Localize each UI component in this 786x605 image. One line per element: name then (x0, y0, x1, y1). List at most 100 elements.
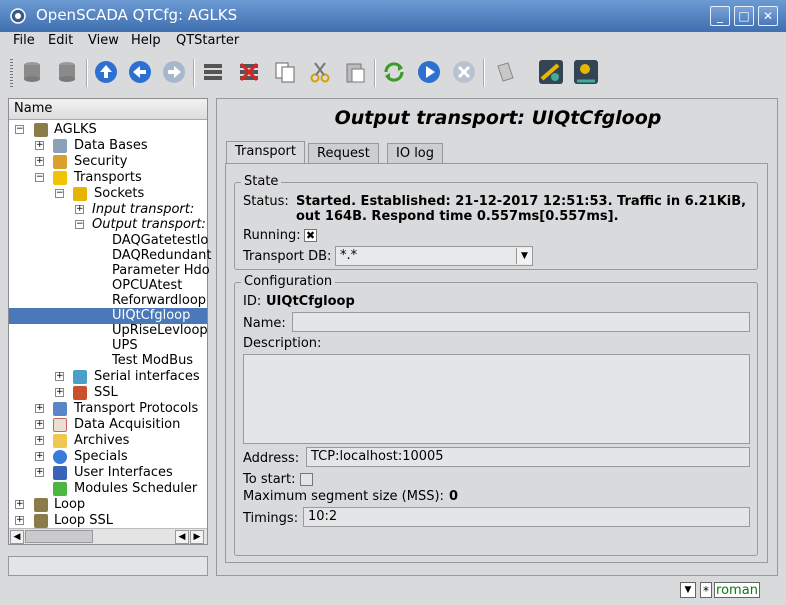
page-icon[interactable] (491, 57, 519, 87)
collapse-icon[interactable]: − (15, 125, 24, 134)
db-save-icon[interactable] (53, 57, 81, 87)
tool2-icon[interactable] (572, 57, 600, 87)
toolbar-separator (86, 59, 88, 87)
transport-db-select[interactable]: *.* (335, 246, 533, 266)
tree-item-opcuatest[interactable]: OPCUAtest (112, 278, 182, 294)
to-start-checkbox[interactable] (300, 473, 313, 486)
tree-item-uiqtcfgloop[interactable]: UIQtCfgloop (9, 308, 207, 324)
up-icon[interactable] (92, 57, 120, 87)
close-button[interactable]: ✕ (758, 6, 778, 26)
toolbar (0, 53, 786, 93)
expand-icon[interactable]: + (35, 436, 44, 445)
scroll-left-icon[interactable]: ◀ (175, 530, 189, 544)
description-textarea[interactable] (243, 354, 750, 444)
scrollbar-thumb[interactable] (25, 530, 93, 543)
expand-icon[interactable]: + (55, 372, 64, 381)
forward-icon[interactable] (160, 57, 188, 87)
tree-item-daqgatetestloop[interactable]: DAQGatetestlo (112, 233, 208, 249)
start-icon[interactable] (415, 57, 443, 87)
menu-qtstarter[interactable]: QTStarter (176, 33, 239, 48)
tree-label: Transport Protocols (74, 401, 199, 416)
tree-item-upriselevloop[interactable]: UpRiseLevloop (112, 323, 208, 339)
delete-item-icon[interactable] (235, 57, 263, 87)
tree-item-daqredundant[interactable]: DAQRedundant (112, 248, 211, 264)
tree-label: Data Acquisition (74, 417, 181, 432)
menu-help[interactable]: Help (131, 33, 161, 48)
tree-header-name[interactable]: Name (9, 99, 207, 120)
running-checkbox[interactable]: ✖ (304, 229, 317, 242)
expand-icon[interactable]: + (35, 452, 44, 461)
to-start-label: To start: (243, 472, 296, 487)
db-load-icon[interactable] (18, 57, 46, 87)
cut-icon[interactable] (306, 57, 334, 87)
scheduler-icon (53, 482, 67, 496)
station-icon (34, 498, 48, 512)
maximize-button[interactable]: □ (734, 6, 754, 26)
tree-label: AGLKS (54, 122, 97, 137)
menu-file[interactable]: File (13, 33, 35, 48)
tree-label: Output transport: (92, 217, 206, 232)
mss-label: Maximum segment size (MSS): (243, 489, 444, 504)
tool1-icon[interactable] (537, 57, 565, 87)
copy-icon[interactable] (271, 57, 299, 87)
configuration-group-title: Configuration (241, 274, 336, 289)
expand-icon[interactable]: + (35, 468, 44, 477)
tree-label: Sockets (94, 186, 145, 201)
tree-item-test-modbus[interactable]: Test ModBus (112, 353, 193, 369)
tree-status-field (8, 556, 208, 576)
navigation-tree[interactable]: Name − AGLKS + Data Bases + Security − T… (8, 98, 211, 545)
name-field[interactable] (292, 312, 750, 332)
chevron-down-icon[interactable]: ▼ (680, 582, 696, 598)
tree-label: Specials (74, 449, 128, 464)
expand-icon[interactable]: + (15, 516, 24, 525)
status-line2: out 164B. Respond time 0.557ms[0.557ms]. (296, 209, 619, 224)
expand-icon[interactable]: + (55, 388, 64, 397)
collapse-icon[interactable]: − (55, 189, 64, 198)
expand-icon[interactable]: + (15, 500, 24, 509)
tree-label: Loop SSL (54, 513, 114, 528)
transport-icon (53, 171, 67, 185)
collapse-icon[interactable]: − (75, 220, 84, 229)
toolbar-grip[interactable] (10, 59, 13, 87)
refresh-icon[interactable] (380, 57, 408, 87)
collapse-icon[interactable]: − (35, 173, 44, 182)
status-label: Status: (243, 194, 289, 209)
tree-horizontal-scrollbar[interactable]: ◀ ◀ ▶ (9, 528, 207, 544)
user-indicator[interactable]: roman (714, 582, 760, 598)
stop-icon[interactable] (450, 57, 478, 87)
address-field[interactable]: TCP:localhost:10005 (306, 447, 750, 467)
tree-label: Archives (74, 433, 130, 448)
description-label: Description: (243, 336, 322, 351)
archives-icon (53, 434, 67, 448)
security-icon (53, 155, 67, 169)
tree-item-parameter-hdo[interactable]: Parameter Hdo (112, 263, 210, 279)
tab-io-log[interactable]: IO log (387, 143, 444, 164)
expand-icon[interactable]: + (35, 141, 44, 150)
menu-edit[interactable]: Edit (48, 33, 73, 48)
modified-indicator: * (700, 582, 712, 598)
scroll-right-icon[interactable]: ▶ (190, 530, 204, 544)
add-item-icon[interactable] (199, 57, 227, 87)
chevron-down-icon[interactable]: ▼ (516, 248, 532, 264)
tree-item-ups[interactable]: UPS (112, 338, 138, 354)
tree-label: Input transport: (92, 202, 195, 217)
window-title: OpenSCADA QTCfg: AGLKS (36, 6, 238, 24)
expand-icon[interactable]: + (35, 404, 44, 413)
timings-field[interactable]: 10:2 (303, 507, 750, 527)
tree-label: Loop (54, 497, 86, 512)
menu-view[interactable]: View (88, 33, 119, 48)
back-icon[interactable] (126, 57, 154, 87)
expand-icon[interactable]: + (35, 157, 44, 166)
tree-item-reforwardloop[interactable]: Reforwardloop (112, 293, 206, 309)
expand-icon[interactable]: + (75, 205, 84, 214)
tree-label: Security (74, 154, 128, 169)
tab-transport[interactable]: Transport (226, 141, 306, 164)
tree-label: Data Bases (74, 138, 148, 153)
expand-icon[interactable]: + (35, 420, 44, 429)
scroll-left-icon[interactable]: ◀ (10, 530, 24, 544)
app-icon[interactable] (8, 6, 28, 26)
tab-request[interactable]: Request (308, 143, 379, 164)
paste-icon[interactable] (341, 57, 369, 87)
protocols-icon (53, 402, 67, 416)
minimize-button[interactable]: _ (710, 6, 730, 26)
